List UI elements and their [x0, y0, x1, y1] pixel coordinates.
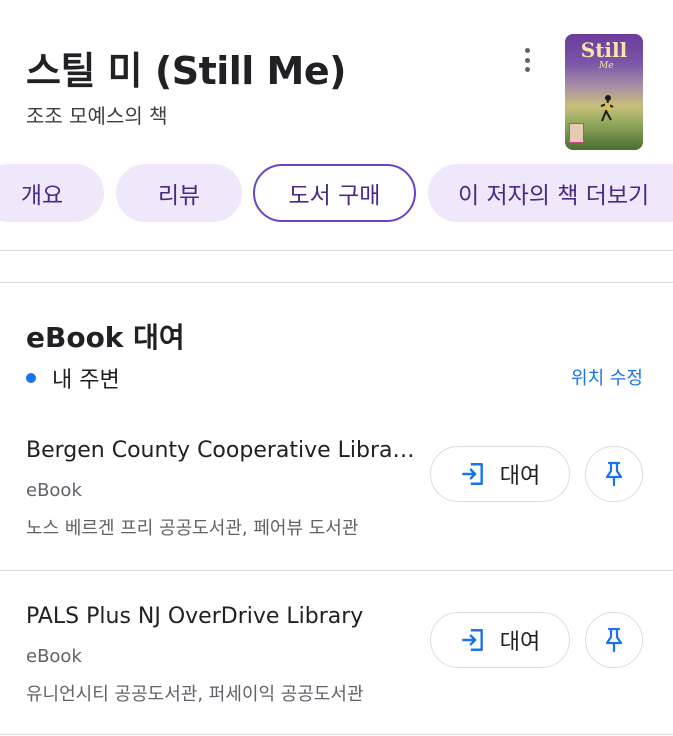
- borrow-button-label: 대여: [499, 630, 541, 655]
- library-format: eBook: [26, 480, 82, 501]
- cover-figure-illustration: [600, 95, 614, 122]
- location-dot-icon: [26, 373, 36, 383]
- tab-more-by-author[interactable]: 이 저자의 책 더보기: [428, 164, 673, 222]
- library-name[interactable]: Bergen County Cooperative Library System: [26, 438, 418, 463]
- login-arrow-icon: [461, 629, 483, 651]
- nearby-label: 내 주변: [52, 368, 120, 393]
- library-name[interactable]: PALS Plus NJ OverDrive Library: [26, 604, 418, 629]
- pin-button[interactable]: [585, 446, 643, 502]
- book-cover-image[interactable]: Still Me: [565, 34, 643, 150]
- divider: [0, 282, 673, 283]
- library-list-item[interactable]: Bergen County Cooperative Library System…: [0, 438, 673, 588]
- more-dot: [524, 57, 530, 63]
- library-format: eBook: [26, 646, 82, 667]
- book-title: 스틸 미 (Still Me): [26, 49, 347, 93]
- edit-location-link[interactable]: 위치 수정: [571, 364, 643, 390]
- borrow-button-label: 대여: [499, 464, 541, 489]
- library-branches: 노스 베르겐 프리 공공도서관, 페어뷰 도서관: [26, 518, 359, 539]
- login-arrow-icon: [461, 463, 483, 485]
- nearby-filter: 내 주변: [26, 362, 120, 394]
- library-list-item[interactable]: PALS Plus NJ OverDrive Library eBook 유니언…: [0, 604, 673, 736]
- ebook-section-title: eBook 대여: [26, 321, 185, 354]
- cover-book-thumbnail: [569, 123, 584, 143]
- divider: [0, 570, 673, 571]
- more-options-icon[interactable]: [514, 46, 540, 74]
- library-branches: 유니언시티 공공도서관, 퍼세이익 공공도서관: [26, 684, 364, 705]
- borrow-button[interactable]: 대여: [430, 612, 570, 668]
- divider: [0, 734, 673, 735]
- tab-buy-book[interactable]: 도서 구매: [253, 164, 416, 222]
- pin-button[interactable]: [585, 612, 643, 668]
- more-dot: [524, 48, 530, 53]
- pushpin-icon: [605, 627, 623, 653]
- tab-overview[interactable]: 개요: [0, 164, 104, 222]
- divider: [0, 250, 673, 251]
- author-line: 조조 모예스의 책: [26, 104, 168, 128]
- cover-subtitle-text: Me: [599, 61, 614, 71]
- pushpin-icon: [605, 461, 623, 487]
- tab-bar: 개요 리뷰 도서 구매 이 저자의 책 더보기: [0, 164, 673, 222]
- tab-reviews[interactable]: 리뷰: [116, 164, 242, 222]
- more-dot: [524, 67, 530, 72]
- cover-title-text: Still: [580, 38, 628, 62]
- borrow-button[interactable]: 대여: [430, 446, 570, 502]
